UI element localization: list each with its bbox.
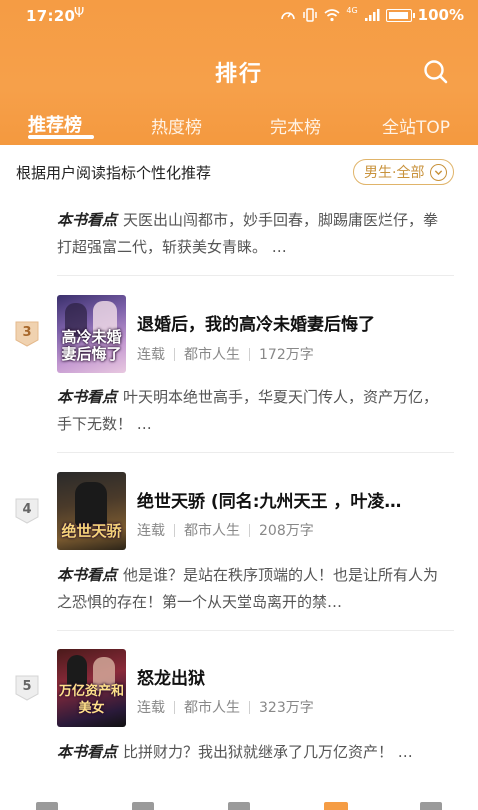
nav-category-icon[interactable] (228, 802, 250, 810)
book-title[interactable]: 怒龙出狱 (137, 664, 437, 689)
chevron-down-icon (430, 163, 448, 181)
tab-recommended[interactable]: 推荐榜 (28, 111, 82, 137)
cover-title: 高冷未婚妻后悔了 (61, 328, 122, 363)
active-tab-indicator (28, 135, 94, 139)
meta-separator (174, 523, 175, 537)
meta-separator (249, 700, 250, 714)
book-status: 连载 (137, 347, 165, 363)
book-word-count: 323万字 (259, 700, 314, 716)
bottom-navigation (0, 800, 478, 810)
book-status: 连载 (137, 700, 165, 716)
item-divider (57, 630, 454, 631)
rank-badge: 4 (15, 498, 39, 524)
meta-separator (249, 523, 250, 537)
book-category: 都市人生 (184, 523, 240, 539)
book-meta: 连载 都市人生 172万字 (137, 344, 314, 364)
item-divider (57, 275, 454, 276)
wifi-icon (324, 9, 340, 22)
nav-profile-icon[interactable] (420, 802, 442, 810)
book-word-count: 172万字 (259, 347, 314, 363)
rank-badge: 3 (15, 321, 39, 347)
page-title: 排行 (214, 62, 263, 87)
filter-label: 男生·全部 (364, 165, 425, 181)
book-highlight: 本书看点 他是谁？是站在秩序顶端的人！也是让所有人为之恐惧的存在！第一个从天堂岛离… (57, 562, 449, 616)
signal-icon (364, 9, 380, 21)
book-highlight: 本书看点 比拼财力？我出狱就继承了几万亿资产！ … (57, 739, 449, 766)
usb-icon: Ψ (74, 6, 85, 21)
nav-ranking-icon[interactable] (324, 802, 348, 810)
rank-badge: 5 (15, 675, 39, 701)
network-type-label: 4G (346, 5, 358, 15)
battery-icon (385, 8, 415, 22)
book-highlight: 本书看点 叶天明本绝世高手，华夏天门传人，资产万亿，手下无数！ … (57, 384, 449, 438)
data-saver-icon (281, 12, 296, 20)
item-divider (57, 452, 454, 453)
highlight-label: 本书看点 (57, 743, 118, 761)
meta-separator (249, 347, 250, 361)
tab-site-top[interactable]: 全站TOP (382, 113, 450, 138)
status-icons: 4G 100% (280, 6, 464, 24)
book-meta: 连载 都市人生 208万字 (137, 520, 314, 540)
gender-filter-button[interactable]: 男生·全部 (353, 159, 455, 185)
book-meta: 连载 都市人生 323万字 (137, 697, 314, 717)
cover-title: 万亿资产和美女 (58, 684, 124, 716)
rank-number: 5 (22, 679, 32, 694)
book-cover[interactable]: 高冷未婚妻后悔了 (57, 295, 126, 373)
book-category: 都市人生 (184, 347, 240, 363)
search-icon[interactable] (422, 58, 450, 86)
battery-percent: 100% (417, 6, 464, 24)
status-time: 17:20 (26, 7, 76, 25)
status-bar: 17:20 Ψ 4G 100% (0, 0, 478, 32)
book-category: 都市人生 (184, 700, 240, 716)
book-word-count: 208万字 (259, 523, 314, 539)
book-status: 连载 (137, 523, 165, 539)
book-title[interactable]: 退婚后，我的高冷未婚妻后悔了 (137, 310, 437, 335)
book-cover[interactable]: 万亿资产和美女 (57, 649, 126, 727)
book-highlight: 本书看点 天医出山闯都市，妙手回春，脚踢庸医烂仔，拳打超强富二代，斩获美女青睐。 … (57, 207, 449, 261)
tab-popularity[interactable]: 热度榜 (151, 113, 202, 138)
ranking-tabs: 推荐榜 热度榜 完本榜 全站TOP (0, 108, 478, 138)
meta-separator (174, 347, 175, 361)
tab-completed[interactable]: 完本榜 (270, 113, 321, 138)
meta-separator (174, 700, 175, 714)
cover-title: 绝世天骄 (61, 522, 122, 540)
highlight-label: 本书看点 (57, 211, 118, 229)
rank-number: 3 (22, 325, 32, 340)
nav-bookshelf-icon[interactable] (36, 802, 58, 810)
highlight-text: 比拼财力？我出狱就继承了几万亿资产！ … (123, 743, 413, 761)
recommendation-description: 根据用户阅读指标个性化推荐 (16, 164, 212, 182)
ranking-list[interactable]: 本书看点 天医出山闯都市，妙手回春，脚踢庸医烂仔，拳打超强富二代，斩获美女青睐。 … (0, 199, 478, 810)
highlight-label: 本书看点 (57, 388, 118, 406)
book-title[interactable]: 绝世天骄 (同名:九州天王 ，叶凌… (137, 487, 437, 512)
app-header: 17:20 Ψ 4G 100% 排行 推荐榜 热度榜 完本榜 全站TOP (0, 0, 478, 145)
nav-bookstore-icon[interactable] (132, 802, 154, 810)
rank-number: 4 (22, 502, 32, 517)
highlight-label: 本书看点 (57, 566, 118, 584)
book-cover[interactable]: 绝世天骄 (57, 472, 126, 550)
vibrate-icon (303, 8, 318, 22)
